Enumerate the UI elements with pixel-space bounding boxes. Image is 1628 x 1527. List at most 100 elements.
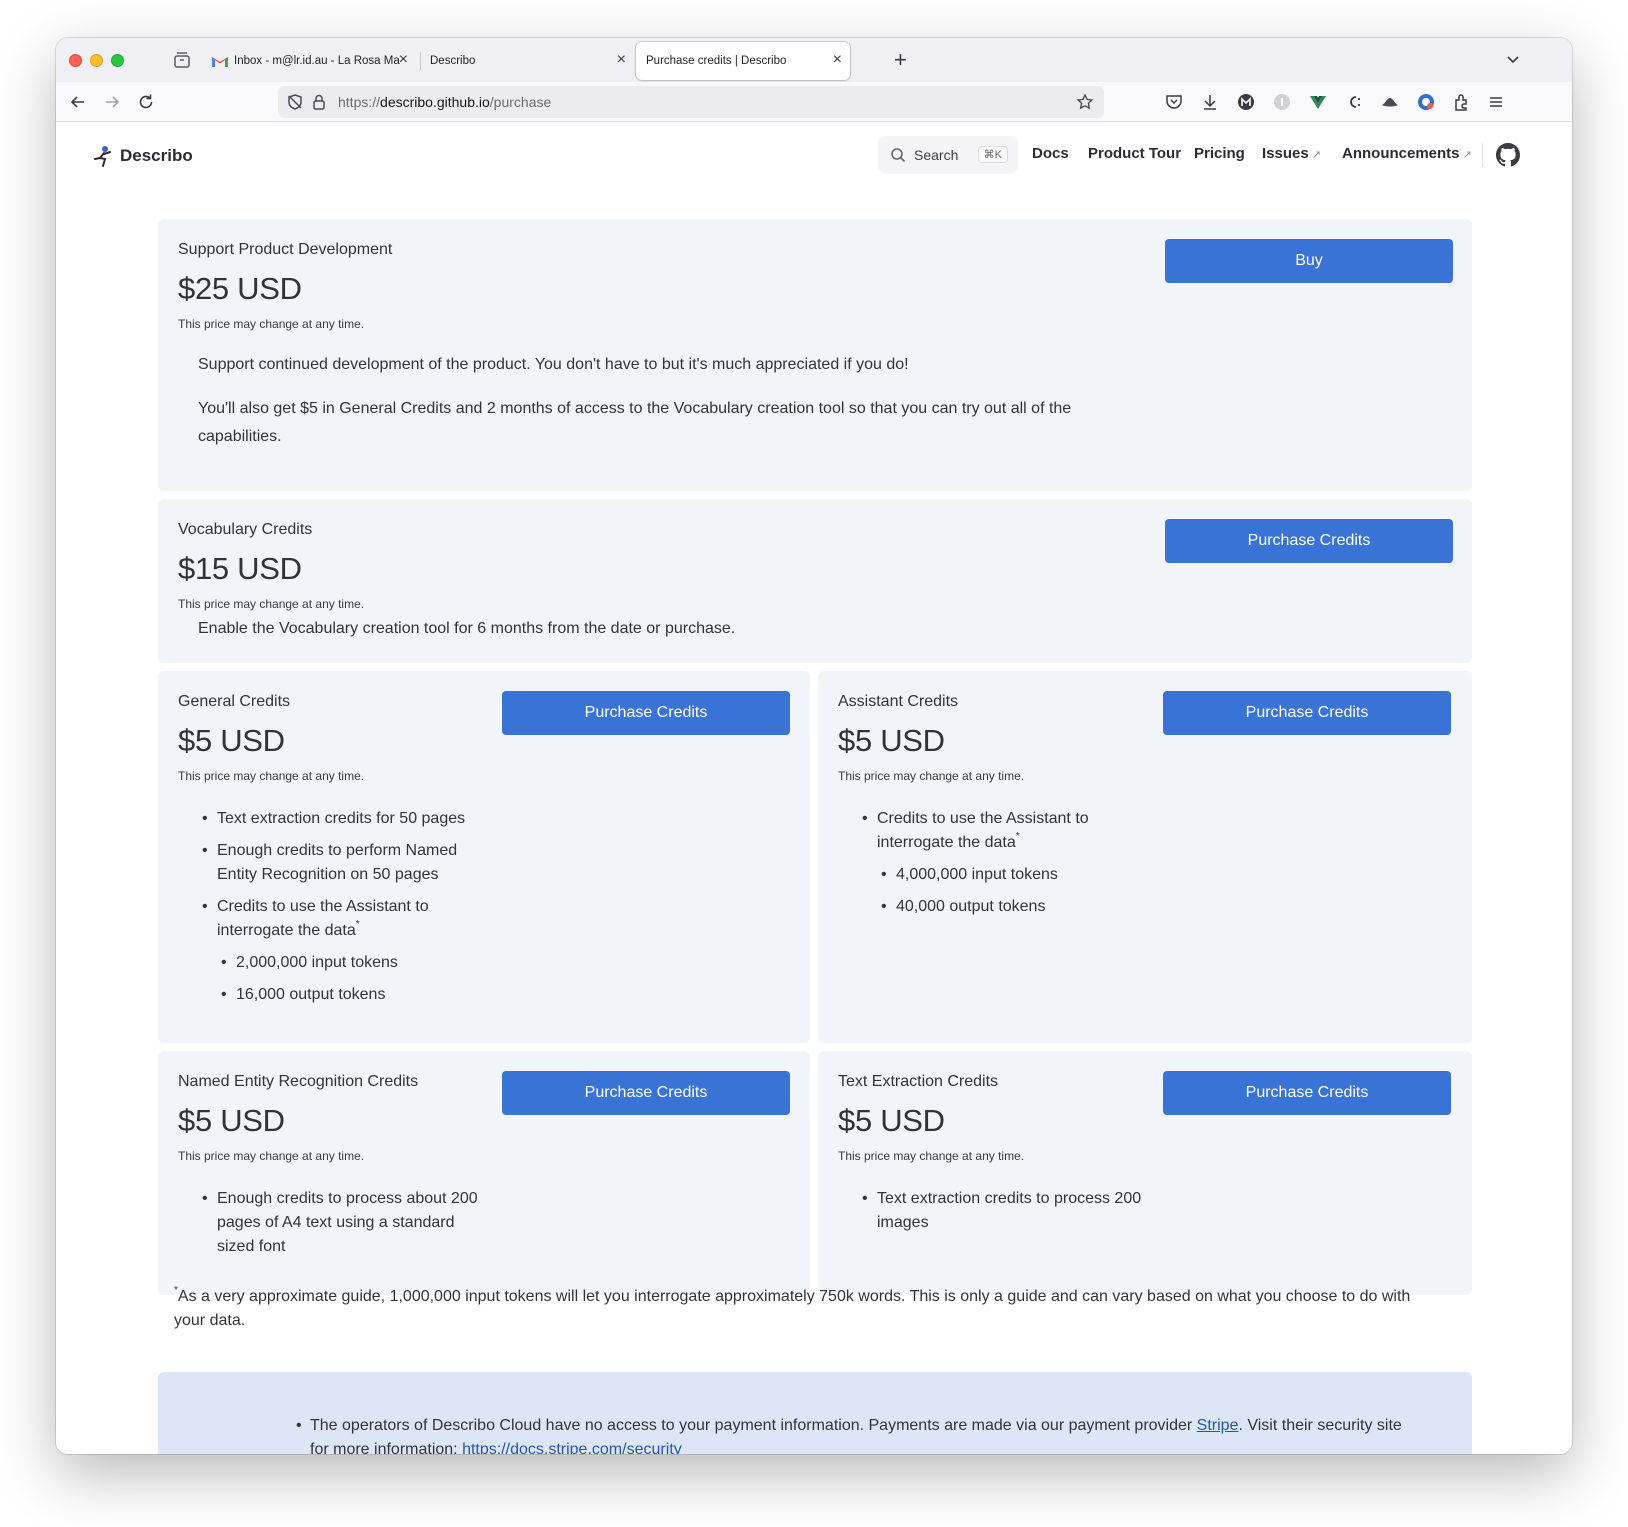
nav-link-product-tour[interactable]: Product Tour: [1088, 145, 1181, 162]
product-card-general: General Credits $5 USD This price may ch…: [158, 671, 810, 1043]
list-item: 4,000,000 input tokens: [877, 863, 1148, 887]
price-note: This price may change at any time.: [838, 769, 1025, 783]
footnote-marker: *: [355, 919, 360, 930]
close-tab-icon[interactable]: ×: [617, 51, 626, 69]
product-label: Assistant Credits: [838, 693, 959, 710]
site-logo[interactable]: Describo: [92, 145, 193, 167]
extension-info-icon[interactable]: [1272, 92, 1292, 112]
tab-purchase-credits[interactable]: Purchase credits | Describo ×: [636, 42, 850, 80]
feature-list: Text extraction credits for 50 pages Eno…: [198, 807, 488, 1015]
search-button[interactable]: Search ⌘K: [878, 136, 1018, 174]
extension-hat-icon[interactable]: [1380, 92, 1400, 112]
search-label: Search: [914, 147, 959, 163]
describo-logo-icon: [94, 146, 111, 167]
extension-privacy-icon[interactable]: [1416, 92, 1436, 112]
close-tab-icon[interactable]: ×: [399, 51, 408, 69]
list-item: Enough credits to process about 200 page…: [198, 1187, 488, 1259]
product-price: $5 USD: [178, 723, 285, 758]
github-icon[interactable]: [1496, 143, 1520, 167]
purchase-credits-button[interactable]: Purchase Credits: [1163, 691, 1451, 735]
downloads-icon[interactable]: [1200, 92, 1220, 112]
extensions-puzzle-icon[interactable]: [1452, 92, 1472, 112]
external-link-icon: ↗: [1311, 149, 1321, 161]
nav-link-pricing[interactable]: Pricing: [1194, 145, 1245, 162]
nav-link-docs[interactable]: Docs: [1032, 145, 1069, 162]
purchase-credits-button[interactable]: Purchase Credits: [502, 1071, 790, 1115]
footnote-text: As a very approximate guide, 1,000,000 i…: [174, 1288, 1411, 1329]
gmail-icon: [212, 57, 228, 67]
footnote: *As a very approximate guide, 1,000,000 …: [174, 1285, 1439, 1333]
price-note: This price may change at any time.: [838, 1149, 1025, 1163]
chevron-down-icon[interactable]: [1504, 50, 1522, 68]
navigation-toolbar: https://describo.github.io/purchase: [56, 82, 1572, 122]
tab-describo[interactable]: Describo ×: [420, 42, 634, 80]
bookmark-star-icon[interactable]: [1076, 93, 1094, 111]
tab-title: Purchase credits | Describo: [646, 55, 787, 67]
product-card-assistant: Assistant Credits $5 USD This price may …: [818, 671, 1472, 1043]
list-item: Credits to use the Assistant to interrog…: [198, 895, 488, 1007]
buy-button[interactable]: Buy: [1165, 239, 1453, 283]
description-paragraph: Support continued development of the pro…: [198, 356, 909, 373]
product-price: $5 USD: [838, 723, 945, 758]
stripe-security-link[interactable]: https://docs.stripe.com/security: [462, 1441, 682, 1454]
header-divider: [1482, 143, 1483, 167]
window-controls: [69, 53, 124, 67]
tab-strip: Inbox - m@lr.id.au - La Rosa Ma × Descri…: [56, 38, 1572, 82]
product-label: Support Product Development: [178, 241, 393, 258]
product-description: Enable the Vocabulary creation tool for …: [198, 620, 736, 637]
new-tab-button[interactable]: +: [894, 47, 907, 73]
forward-arrow-icon[interactable]: [102, 92, 122, 112]
tab-title: Inbox - m@lr.id.au - La Rosa Ma: [234, 55, 400, 67]
info-list: The operators of Describo Cloud have no …: [294, 1414, 1424, 1454]
list-item: 16,000 output tokens: [217, 983, 488, 1007]
vue-devtools-icon[interactable]: [1308, 92, 1328, 112]
product-price: $15 USD: [178, 551, 302, 586]
tab-manager-icon[interactable]: [172, 50, 192, 70]
purchase-credits-button[interactable]: Purchase Credits: [1165, 519, 1453, 563]
minimize-window-button[interactable]: [90, 53, 103, 67]
list-item: The operators of Describo Cloud have no …: [294, 1414, 1424, 1454]
tracking-protection-icon[interactable]: [286, 93, 304, 111]
menu-hamburger-icon[interactable]: [1486, 92, 1506, 112]
close-tab-icon[interactable]: ×: [833, 51, 842, 69]
feature-list: Enough credits to process about 200 page…: [198, 1187, 488, 1267]
back-arrow-icon[interactable]: [68, 92, 88, 112]
product-label: Vocabulary Credits: [178, 521, 313, 538]
nav-link-announcements[interactable]: Announcements ↗: [1342, 145, 1472, 162]
product-card-vocabulary: Vocabulary Credits $15 USD This price ma…: [158, 499, 1472, 663]
payment-info-box: The operators of Describo Cloud have no …: [158, 1372, 1472, 1454]
product-card-support: Support Product Development $25 USD This…: [158, 219, 1472, 491]
extension-c-icon[interactable]: [1344, 92, 1364, 112]
reload-icon[interactable]: [136, 92, 156, 112]
nav-link-issues[interactable]: Issues ↗: [1262, 145, 1321, 162]
url-text: https://describo.github.io/purchase: [338, 94, 552, 110]
site-header: Describo Search ⌘K Docs Product Tour Pri…: [56, 123, 1572, 187]
address-bar[interactable]: https://describo.github.io/purchase: [278, 86, 1104, 118]
browser-window: Inbox - m@lr.id.au - La Rosa Ma × Descri…: [56, 38, 1572, 1454]
price-note: This price may change at any time.: [178, 597, 365, 611]
price-note: This price may change at any time.: [178, 1149, 365, 1163]
pocket-icon[interactable]: [1164, 92, 1184, 112]
page-viewport: Describo Search ⌘K Docs Product Tour Pri…: [56, 123, 1572, 1454]
close-window-button[interactable]: [69, 53, 82, 67]
purchase-credits-button[interactable]: Purchase Credits: [1163, 1071, 1451, 1115]
stripe-link[interactable]: Stripe: [1197, 1417, 1239, 1434]
product-description: Support continued development of the pro…: [198, 351, 1128, 451]
product-price: $5 USD: [838, 1103, 945, 1138]
list-item: Credits to use the Assistant to interrog…: [858, 807, 1148, 919]
product-label: Text Extraction Credits: [838, 1073, 999, 1090]
purchase-credits-button[interactable]: Purchase Credits: [502, 691, 790, 735]
footnote-marker: *: [1015, 831, 1020, 842]
tab-inbox[interactable]: Inbox - m@lr.id.au - La Rosa Ma ×: [202, 42, 416, 80]
feature-list: Credits to use the Assistant to interrog…: [858, 807, 1148, 927]
price-note: This price may change at any time.: [178, 769, 365, 783]
lock-icon[interactable]: [310, 93, 328, 111]
feature-list: Text extraction credits to process 200 i…: [858, 1187, 1148, 1243]
list-item: Enough credits to perform Named Entity R…: [198, 839, 488, 887]
product-card-ner: Named Entity Recognition Credits $5 USD …: [158, 1051, 810, 1295]
product-label: Named Entity Recognition Credits: [178, 1073, 419, 1090]
search-shortcut: ⌘K: [977, 146, 1008, 163]
extension-m-icon[interactable]: [1236, 92, 1256, 112]
tab-title: Describo: [430, 55, 476, 67]
zoom-window-button[interactable]: [111, 53, 124, 67]
